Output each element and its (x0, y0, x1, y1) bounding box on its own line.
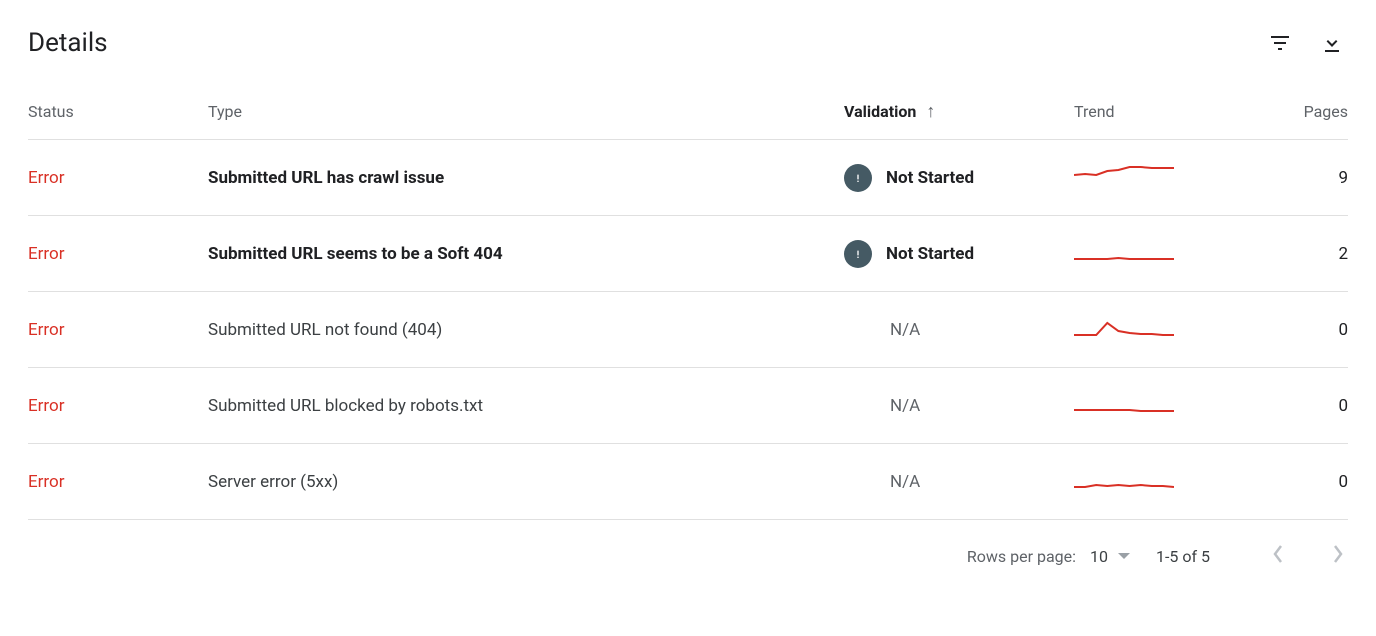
validation-cell: Not Started (844, 164, 1074, 192)
column-header-pages[interactable]: Pages (1284, 102, 1348, 121)
warning-icon (844, 240, 872, 268)
column-header-validation[interactable]: Validation ↑ (844, 102, 1074, 121)
rows-per-page-value: 10 (1090, 547, 1108, 566)
rows-per-page-label: Rows per page: (967, 547, 1076, 566)
download-icon[interactable] (1320, 31, 1344, 55)
rows-per-page-select[interactable]: 10 (1090, 547, 1130, 566)
details-table: Status Type Validation ↑ Trend Pages Err… (28, 78, 1348, 520)
table-row[interactable]: ErrorSubmitted URL has crawl issue Not St… (28, 140, 1348, 216)
trend-sparkline (1074, 236, 1284, 271)
table-row[interactable]: ErrorSubmitted URL not found (404)N/A 0 (28, 292, 1348, 368)
sort-ascending-icon: ↑ (926, 103, 935, 121)
previous-page-button[interactable] (1272, 544, 1284, 568)
column-header-type[interactable]: Type (208, 102, 844, 121)
status-cell: Error (28, 168, 208, 188)
validation-label: Not Started (886, 244, 974, 264)
validation-label: Not Started (886, 168, 974, 188)
trend-sparkline (1074, 160, 1284, 195)
table-row[interactable]: ErrorServer error (5xx)N/A 0 (28, 444, 1348, 520)
pages-cell: 0 (1284, 320, 1348, 340)
pages-cell: 9 (1284, 168, 1348, 188)
validation-label: N/A (844, 396, 920, 416)
column-header-trend[interactable]: Trend (1074, 102, 1284, 121)
pages-cell: 0 (1284, 472, 1348, 492)
validation-cell: N/A (844, 396, 1074, 416)
type-cell: Submitted URL has crawl issue (208, 168, 844, 188)
table-row[interactable]: ErrorSubmitted URL seems to be a Soft 40… (28, 216, 1348, 292)
trend-sparkline (1074, 312, 1284, 347)
status-cell: Error (28, 472, 208, 492)
validation-cell: Not Started (844, 240, 1074, 268)
trend-sparkline (1074, 388, 1284, 423)
type-cell: Server error (5xx) (208, 472, 844, 492)
validation-cell: N/A (844, 472, 1074, 492)
warning-icon (844, 164, 872, 192)
pages-cell: 2 (1284, 244, 1348, 264)
type-cell: Submitted URL blocked by robots.txt (208, 396, 844, 416)
next-page-button[interactable] (1332, 544, 1344, 568)
type-cell: Submitted URL seems to be a Soft 404 (208, 244, 844, 264)
filter-icon[interactable] (1268, 31, 1292, 55)
validation-label: N/A (844, 320, 920, 340)
pages-cell: 0 (1284, 396, 1348, 416)
trend-sparkline (1074, 464, 1284, 499)
status-cell: Error (28, 396, 208, 416)
chevron-down-icon (1118, 553, 1130, 559)
status-cell: Error (28, 244, 208, 264)
table-header: Status Type Validation ↑ Trend Pages (28, 78, 1348, 140)
validation-label: N/A (844, 472, 920, 492)
page-title: Details (28, 28, 108, 58)
table-footer: Rows per page: 10 1-5 of 5 (28, 520, 1348, 592)
column-header-status[interactable]: Status (28, 102, 208, 121)
table-row[interactable]: ErrorSubmitted URL blocked by robots.txt… (28, 368, 1348, 444)
column-header-validation-label: Validation (844, 102, 916, 121)
type-cell: Submitted URL not found (404) (208, 320, 844, 340)
page-range: 1-5 of 5 (1156, 547, 1226, 566)
status-cell: Error (28, 320, 208, 340)
validation-cell: N/A (844, 320, 1074, 340)
